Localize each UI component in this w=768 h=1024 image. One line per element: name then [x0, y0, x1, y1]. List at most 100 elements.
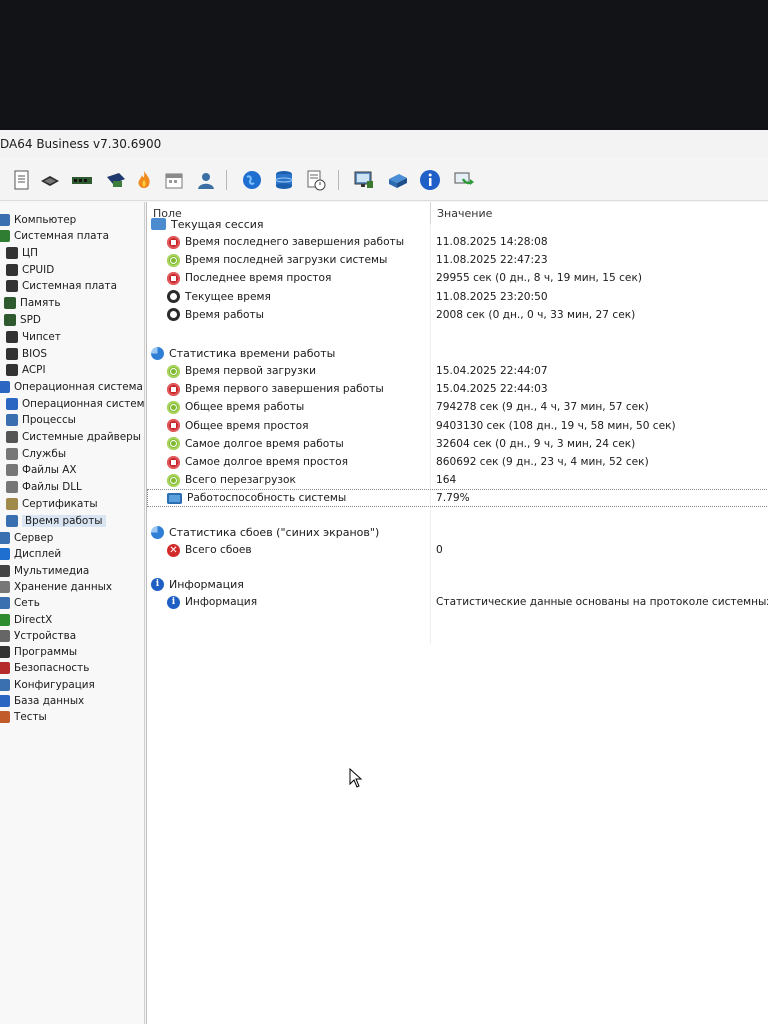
tree-item[interactable]: Память [4, 295, 60, 311]
chipset-icon [6, 331, 18, 343]
value-cell: 0 [436, 544, 443, 556]
list-row[interactable]: Последнее время простоя 29955 сек (0 дн.,… [147, 269, 768, 287]
tree-item[interactable]: ЦП [6, 245, 38, 261]
field-label: Текущее время [185, 290, 271, 303]
list-row[interactable]: Общее время работы 794278 сек (9 дн., 4 ч… [147, 398, 768, 416]
globe-icon[interactable] [240, 168, 264, 192]
tree-item[interactable]: Сеть [0, 595, 40, 611]
motherboard-icon[interactable] [38, 168, 62, 192]
field-cell: Время первой загрузки [167, 362, 316, 380]
section-header[interactable]: Статистика сбоев ("синих экранов") [147, 523, 768, 541]
section-header[interactable]: Статистика времени работы [147, 344, 768, 362]
tree-item[interactable]: Системные драйверы [6, 429, 141, 445]
tree-item-label: Устройства [14, 630, 77, 642]
tree-item[interactable]: Процессы [6, 412, 76, 428]
schedule-icon[interactable] [304, 168, 328, 192]
tree-item[interactable]: Тесты [0, 709, 47, 725]
list-row[interactable]: Время первой загрузки 15.04.2025 22:44:07 [147, 362, 768, 380]
update-icon[interactable] [452, 168, 476, 192]
tree-item-label: Компьютер [14, 214, 77, 226]
section-header[interactable]: i Информация [147, 575, 768, 593]
ax-files-icon [6, 464, 18, 476]
tree-item[interactable]: ACPI [6, 362, 46, 378]
windows-icon [6, 398, 18, 410]
tree-item[interactable]: BIOS [6, 346, 47, 362]
tree-item[interactable]: Чипсет [6, 329, 61, 345]
tree-item[interactable]: Файлы AX [6, 462, 76, 478]
tree-item[interactable]: Хранение данных [0, 579, 112, 595]
tree-item[interactable]: Мультимедиа [0, 563, 89, 579]
tree-item[interactable]: Операционная система [6, 396, 144, 412]
list-row[interactable]: Время работы 2008 сек (0 дн., 0 ч, 33 мин… [147, 306, 768, 324]
tree-item[interactable]: Системная плата [0, 228, 109, 244]
tree-item[interactable]: Конфигурация [0, 677, 95, 693]
field-cell: Текущее время [167, 288, 271, 306]
tree-item[interactable]: Компьютер [0, 212, 76, 228]
network-icon[interactable] [386, 168, 410, 192]
value-cell: 164 [436, 474, 457, 487]
list-row[interactable]: Время первого завершения работы 15.04.202… [147, 380, 768, 398]
dll-files-icon [6, 481, 18, 493]
tree-item[interactable]: Сервер [0, 530, 53, 546]
tree-item-label: Хранение данных [14, 581, 113, 593]
section-title: Статистика времени работы [169, 346, 336, 360]
memory-icon[interactable] [70, 168, 94, 192]
list-row[interactable]: Самое долгое время работы 32604 сек (0 дн… [147, 435, 768, 453]
field-cell: Всего перезагрузок [167, 471, 296, 489]
directx-icon [0, 614, 10, 626]
tree-item[interactable]: Устройства [0, 628, 76, 644]
tree-item[interactable]: Программы [0, 644, 77, 660]
tree-item-label: Дисплей [14, 548, 62, 560]
report-icon[interactable] [10, 168, 34, 192]
tree-item[interactable]: Время работы [6, 513, 106, 529]
tree-item-label: Сертификаты [22, 498, 98, 510]
tree-item[interactable]: Службы [6, 446, 66, 462]
tree-item[interactable]: База данных [0, 693, 84, 709]
tree-item-label: Время работы [22, 515, 106, 527]
tree-item[interactable]: DirectX [0, 612, 52, 628]
tree-item[interactable]: CPUID [6, 262, 54, 278]
tree-item[interactable]: SPD [4, 312, 41, 328]
tree-item[interactable]: Дисплей [0, 546, 61, 562]
info-icon[interactable] [418, 168, 442, 192]
list-row[interactable]: Всего перезагрузок 164 [147, 471, 768, 489]
list-row[interactable]: Время последнего завершения работы 11.08.… [147, 233, 768, 251]
tests-icon [0, 711, 10, 723]
processor-icon[interactable] [104, 168, 128, 192]
tree-item[interactable]: Операционная система [0, 379, 143, 395]
tree-item-label: Файлы DLL [22, 481, 82, 493]
spd-icon [4, 314, 16, 326]
field-label: Всего сбоев [185, 544, 252, 556]
list-row[interactable]: Общее время простоя 9403130 сек (108 дн.,… [147, 417, 768, 435]
database-icon[interactable] [272, 168, 296, 192]
toolbar-separator [226, 170, 227, 190]
display-icon [0, 548, 10, 560]
monitor-icon[interactable] [352, 168, 376, 192]
field-cell: i Информация [167, 593, 257, 611]
flame-icon[interactable] [132, 168, 156, 192]
tree-item[interactable]: Сертификаты [6, 496, 98, 512]
list-row[interactable]: Время последней загрузки системы 11.08.20… [147, 251, 768, 269]
list-row[interactable]: Работоспособность системы 7.79% [147, 489, 768, 508]
field-label: Общее время работы [185, 401, 305, 414]
calendar-icon[interactable] [162, 168, 186, 192]
value-cell: 9403130 сек (108 дн., 19 ч, 58 мин, 50 с… [436, 419, 676, 432]
field-cell: Время работы [167, 306, 264, 324]
tree-item[interactable]: Системная плата [6, 278, 117, 294]
start-icon [167, 437, 180, 451]
tree-item-label: Процессы [22, 414, 76, 426]
start-icon [167, 253, 180, 267]
users-icon[interactable] [194, 168, 218, 192]
list-row[interactable]: Самое долгое время простоя 860692 сек (9 … [147, 453, 768, 471]
field-label: Общее время простоя [185, 419, 309, 432]
section-title-cell: Статистика времени работы [151, 344, 335, 362]
field-cell: Время первого завершения работы [167, 380, 384, 398]
tree-item[interactable]: Файлы DLL [6, 479, 82, 495]
list-row[interactable]: ✕ Всего сбоев 0 [147, 541, 768, 559]
field-cell: Общее время работы [167, 398, 304, 416]
tree-item-label: Программы [14, 646, 78, 658]
section-header[interactable]: Текущая сессия [147, 215, 768, 233]
list-row[interactable]: Текущее время 11.08.2025 23:20:50 [147, 288, 768, 306]
tree-item[interactable]: Безопасность [0, 660, 89, 676]
list-row[interactable]: i Информация Статистические данные основан… [147, 593, 768, 611]
